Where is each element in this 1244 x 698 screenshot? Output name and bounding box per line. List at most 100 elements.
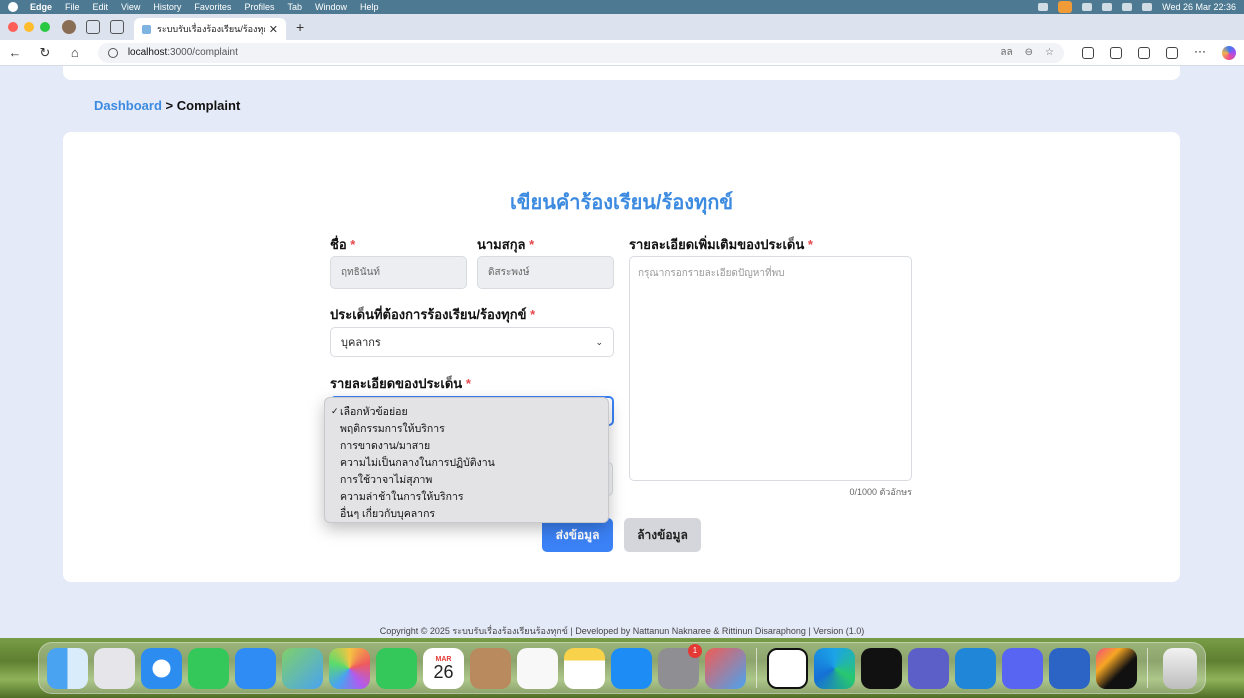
url-host: localhost (127, 47, 168, 58)
menu-favorites[interactable]: Favorites (194, 2, 231, 12)
zoom-icon[interactable]: ⊖ (1025, 47, 1033, 58)
favorite-star-icon[interactable]: ☆ (1045, 47, 1054, 58)
issue-label: ประเด็นที่ต้องการร้องเรียน/ร้องทุกข์ * (330, 304, 535, 325)
maps-icon[interactable] (282, 647, 323, 689)
tab-actions-icon[interactable] (110, 20, 124, 34)
control-center-icon[interactable] (1142, 3, 1153, 11)
issue-select[interactable]: บุคลากร ⌄ (330, 327, 614, 357)
contacts-icon[interactable] (470, 647, 511, 689)
edge-icon[interactable] (813, 647, 855, 689)
dropdown-option[interactable]: การใช้วาจาไม่สุภาพ (325, 471, 608, 488)
menu-file[interactable]: File (65, 2, 80, 12)
dropdown-option[interactable]: ✓ เลือกหัวข้อย่อย (325, 403, 608, 420)
profile-icon[interactable] (62, 20, 76, 34)
clear-button[interactable]: ล้างข้อมูล (624, 518, 701, 552)
first-name-label: ชื่อ * (330, 234, 355, 255)
status-icon[interactable] (1038, 3, 1049, 11)
dock-separator (1146, 648, 1147, 688)
detail-textarea[interactable]: กรุณากรอกรายละเอียดปัญหาที่พบ (629, 256, 912, 481)
menu-app-name[interactable]: Edge (30, 2, 52, 12)
last-name-field[interactable]: ดิสระพงษ์ (477, 256, 614, 289)
new-tab-icon[interactable]: + (296, 19, 304, 35)
trash-icon[interactable] (1163, 647, 1197, 689)
notion-icon[interactable] (766, 647, 808, 689)
first-name-field[interactable]: ฤทธินันท์ (330, 256, 467, 289)
dropdown-option[interactable]: พฤติกรรมการให้บริการ (325, 420, 608, 437)
chevron-down-icon: ⌄ (595, 336, 603, 347)
intellij-icon[interactable] (1095, 647, 1137, 689)
menu-history[interactable]: History (153, 2, 181, 12)
menu-edit[interactable]: Edit (93, 2, 109, 12)
form-title: เขียนคำร้องเรียน/ร้องทุกข์ (509, 192, 734, 214)
microphone-icon[interactable] (1058, 1, 1073, 13)
browser-tab-active[interactable]: ระบบรับเรื่องร้องเรียน/ร้องทุกข์คณะ ✕ (134, 18, 286, 40)
zoom-window-button[interactable] (40, 22, 50, 32)
required-mark: * (529, 237, 535, 252)
system-settings-icon[interactable]: 1 (658, 643, 702, 689)
breadcrumb-dashboard-link[interactable]: Dashboard (94, 98, 162, 113)
menu-bar: Edge File Edit View History Favorites Pr… (0, 0, 1244, 14)
facetime-icon[interactable] (376, 647, 417, 689)
extensions-icon[interactable] (1165, 46, 1178, 59)
refresh-extension-icon[interactable] (1081, 46, 1094, 59)
vscode-icon[interactable] (954, 647, 996, 689)
submit-button[interactable]: ส่งข้อมูล (542, 518, 613, 552)
menu-tab[interactable]: Tab (287, 2, 302, 12)
workspaces-icon[interactable] (86, 20, 100, 34)
wifi-icon[interactable] (1082, 3, 1093, 11)
launchpad-icon[interactable] (94, 647, 135, 689)
terminal-icon[interactable] (860, 647, 902, 689)
copilot-icon[interactable] (1221, 45, 1236, 60)
app-store-icon[interactable] (611, 647, 652, 689)
notes-icon[interactable] (564, 647, 605, 689)
refresh-icon[interactable]: ↻ (38, 45, 52, 61)
detail-label-text: รายละเอียดเพิ่มเติมของประเด็น (629, 237, 805, 252)
calendar-icon[interactable]: MAR 26 (423, 647, 464, 689)
address-text[interactable]: localhost:3000/complaint (128, 47, 989, 58)
breadcrumb: Dashboard > Complaint (94, 98, 240, 113)
safari-icon[interactable] (141, 647, 182, 689)
menu-view[interactable]: View (121, 2, 140, 12)
menu-profiles[interactable]: Profiles (244, 2, 274, 12)
navbar-card (63, 66, 1180, 80)
apple-icon[interactable] (8, 2, 18, 12)
back-icon[interactable]: ← (8, 45, 22, 60)
iphone-mirroring-icon[interactable] (705, 647, 746, 689)
search-icon[interactable] (1122, 3, 1133, 11)
mail-icon[interactable] (235, 647, 276, 689)
dropdown-option[interactable]: อื่นๆ เกี่ยวกับบุคลากร (325, 505, 608, 522)
read-aloud-icon[interactable]: ลล (1000, 45, 1012, 60)
photos-icon[interactable] (329, 647, 370, 689)
first-name-label-text: ชื่อ (330, 237, 347, 252)
dropdown-option[interactable]: ความล่าช้าในการให้บริการ (325, 488, 608, 505)
minimize-window-button[interactable] (24, 22, 34, 32)
reminders-icon[interactable] (517, 647, 558, 689)
close-tab-icon[interactable]: ✕ (269, 23, 278, 36)
battery-icon[interactable] (1102, 3, 1113, 11)
site-info-icon[interactable] (107, 47, 118, 58)
required-mark: * (807, 237, 813, 252)
home-icon[interactable]: ⌂ (68, 45, 82, 60)
favorites-icon[interactable] (1137, 46, 1150, 59)
discord-icon[interactable] (1001, 647, 1043, 689)
split-screen-icon[interactable] (1109, 46, 1122, 59)
finder-icon[interactable] (47, 647, 88, 689)
menu-clock[interactable]: Wed 26 Mar 22:36 (1162, 2, 1236, 12)
more-options-icon[interactable]: ··· (1194, 45, 1206, 59)
menu-help[interactable]: Help (360, 2, 379, 12)
teams-icon[interactable] (907, 647, 949, 689)
last-name-label-text: นามสกุล (477, 237, 526, 252)
dropdown-option[interactable]: การขาดงาน/มาสาย (325, 437, 608, 454)
issue-select-value: บุคลากร (341, 337, 381, 349)
messages-icon[interactable] (188, 647, 229, 689)
url-path: :3000/complaint (167, 47, 238, 58)
close-window-button[interactable] (8, 22, 18, 32)
menu-window[interactable]: Window (315, 2, 347, 12)
word-icon[interactable] (1048, 647, 1090, 689)
address-bar[interactable]: localhost:3000/complaint ลล ⊖ ☆ (97, 42, 1064, 63)
dropdown-option[interactable]: ความไม่เป็นกลางในการปฏิบัติงาน (325, 454, 608, 471)
subissue-label: รายละเอียดของประเด็น * (330, 373, 471, 394)
breadcrumb-current: Complaint (176, 98, 241, 113)
required-mark: * (465, 376, 471, 391)
page-content: Dashboard > Complaint เขียนคำร้องเรียน/ร… (0, 66, 1244, 638)
